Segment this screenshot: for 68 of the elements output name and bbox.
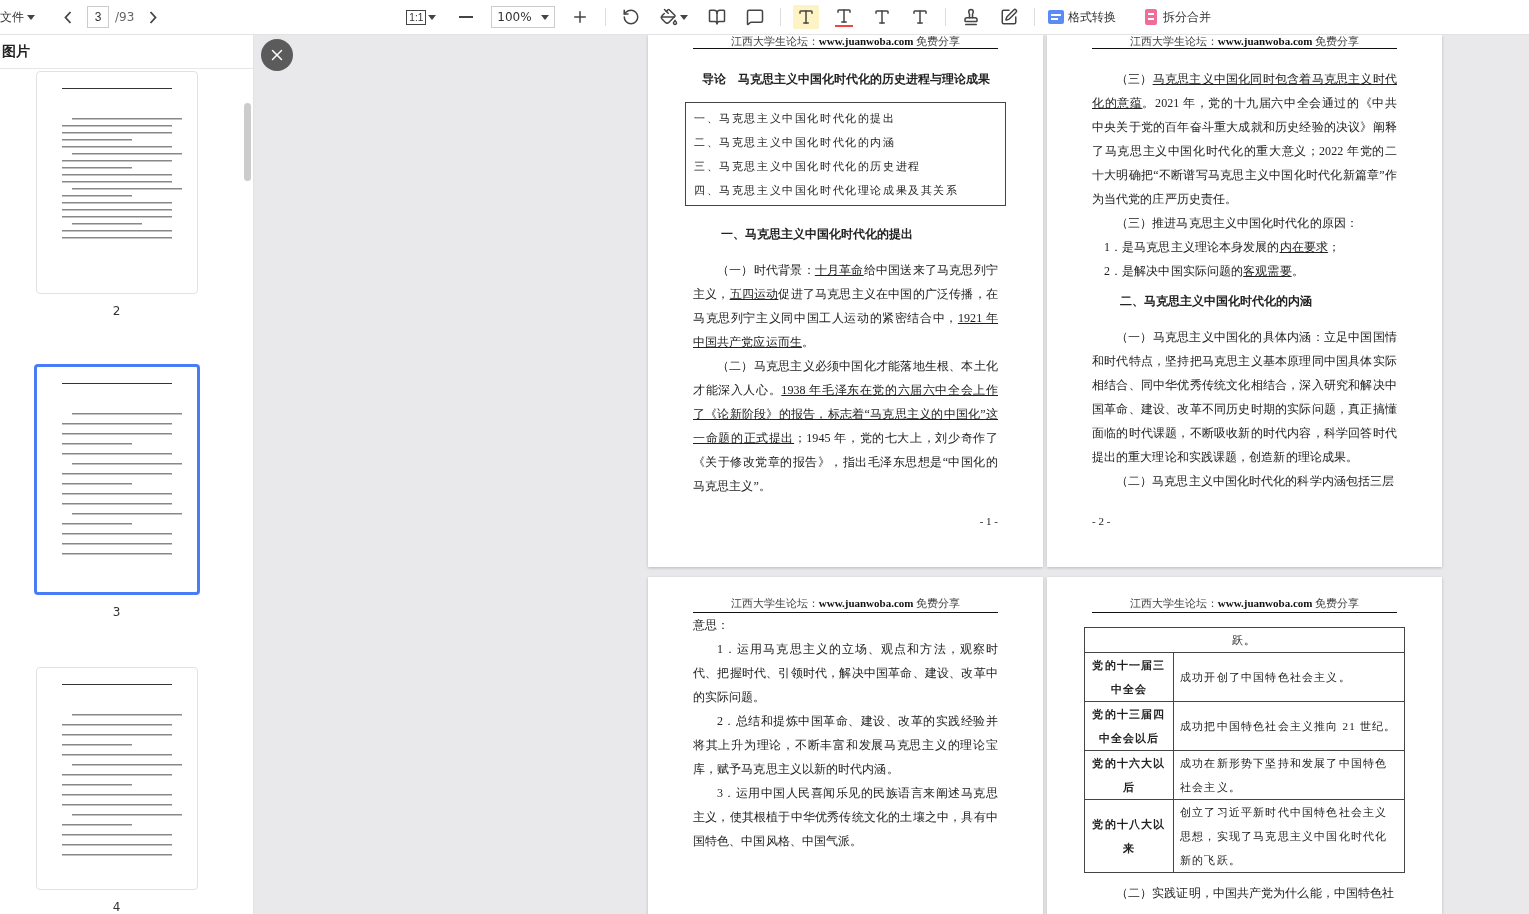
outline-item: 一、马克思主义中国化时代化的提出 xyxy=(694,111,897,126)
text-icon xyxy=(911,8,930,26)
close-button[interactable] xyxy=(261,39,293,71)
caret-icon xyxy=(27,14,35,20)
paragraph: （二）马克思主义中国化时代化的科学内涵包括三层 xyxy=(1115,473,1396,490)
book-icon xyxy=(708,8,727,26)
page-input[interactable]: 3 xyxy=(87,6,109,28)
table-cell: 党的十三届四中全会以后 xyxy=(1084,701,1174,751)
list-item: 1．是马克思主义理论本身发展的 内在要求； xyxy=(1103,239,1341,256)
table-cell: 党的十一届三中全会 xyxy=(1084,652,1174,702)
caret-icon xyxy=(428,14,437,20)
paint-bucket-icon xyxy=(660,8,679,26)
page-header: 江西大学生论坛：www.juanwoba.com 免费分享 xyxy=(693,35,998,49)
pen-icon xyxy=(1000,8,1019,26)
section-heading: 一、马克思主义中国化时代化的提出 xyxy=(721,226,914,243)
paragraph: 意思： xyxy=(693,617,731,634)
split-merge-button[interactable]: 拆分合并 xyxy=(1142,8,1212,26)
caret-icon xyxy=(680,14,689,20)
paragraph: （三）马克思主义中国化同时包含着马克思主义时代化的意蕴。2021 年，党的十九届六中全会通过的《中共中央关于党的百年奋斗重大成就和历史经验的决议》阐释了马克思主义中国化时代化的重大意义；2022 年党的二十大明确把“不断谱写马克思主义中国化时代化新篇章”作为当代党的庄严历史责任。 xyxy=(1092,71,1397,208)
rotate-icon xyxy=(622,8,641,26)
document-icon xyxy=(1047,8,1066,26)
table-cell: 跃。 xyxy=(1084,627,1405,653)
outline-item: 四、马克思主义中国化时代化理论成果及其关系 xyxy=(694,183,960,198)
text-icon xyxy=(797,8,816,26)
paragraph: 2．总结和提炼中国革命、建设、改革的实践经验并将其上升为理论，不断丰富和发展马克思主义的理论宝库，赋予马克思主义以新的时代内涵。 xyxy=(693,713,998,778)
caret-icon xyxy=(541,14,550,20)
paragraph: （二）马克思主义必须中国化才能落地生根、本土化才能深入人心。1938 年毛泽东在党的六届六中全会上作了《论新阶段》的报告，标志着“马克思主义的中国化”这一命题的正式提出；1945 年，党的七大上，刘少奇作了《关于修改党章的报告》，指出毛泽东思想是“中国化的马克思主义”。 xyxy=(693,358,998,495)
page-total: /93 xyxy=(115,10,135,24)
list-item: 2．是解决中国实际问题的客观需要。 xyxy=(1103,263,1305,280)
table-cell: 成功把中国特色社会主义推向 21 世纪。 xyxy=(1173,701,1405,751)
paragraph: （三）推进马克思主义中国化时代化的原因： xyxy=(1115,215,1359,232)
scrollbar[interactable] xyxy=(244,103,251,181)
table-cell: 创立了习近平新时代中国特色社会主义思想，实现了马克思主义中国化时代化新的飞跃。 xyxy=(1173,799,1405,873)
minus-icon xyxy=(459,16,474,18)
paragraph: 3．运用中国人民喜闻乐见的民族语言来阐述马克思主义，使其根植于中华优秀传统文化的土壤之中，具有中国特色、中国风格、中国气派。 xyxy=(693,785,998,850)
highlight-text-button[interactable] xyxy=(793,5,820,29)
outline-item: 二、马克思主义中国化时代化的内涵 xyxy=(694,135,897,150)
page-header: 江西大学生论坛：www.juanwoba.com 免费分享 xyxy=(693,595,998,613)
table-cell: 党的十八大以来 xyxy=(1084,799,1174,873)
comment-icon xyxy=(746,8,765,26)
strikethrough-text-icon xyxy=(873,8,892,26)
paragraph: 1．运用马克思主义的立场、观点和方法，观察时代、把握时代、引领时代，解决中国革命、建设、改革中的实际问题。 xyxy=(693,641,998,706)
paragraph: （一）时代背景：十月革命给中国送来了马克思列宁主义，五四运动促进了马克思主义在中国的广泛传播，在马克思列宁主义同中国工人运动的紧密结合中，1921 年中国共产党应运而生。 xyxy=(693,262,998,351)
fit-button[interactable]: 1:1 xyxy=(401,5,442,29)
table-cell: 成功在新形势下坚持和发展了中国特色社会主义。 xyxy=(1173,750,1405,800)
page-number: 2 xyxy=(112,304,121,318)
panel-title: 图片 xyxy=(0,35,253,69)
paragraph: （一）马克思主义中国化的具体内涵：立足中国国情和时代特点，坚持把马克思主义基本原理同中国具体实际相结合、同中华优秀传统文化相结合，深入研究和解决中国革命、建设、改革不同历史时期的实际问题，真正搞懂面临的时代课题，不断吸收新的时代内容，科学回答时代提出的重大理论和实践课题，创造新的理论成果。 xyxy=(1092,329,1397,466)
page-thumbnail[interactable] xyxy=(33,364,200,595)
stamp-icon xyxy=(962,8,981,26)
page-number: 4 xyxy=(112,900,121,914)
table-cell: 党的十六大以后 xyxy=(1084,750,1174,800)
paragraph: （二）实践证明，中国共产党为什么能，中国特色社 xyxy=(1115,885,1396,902)
chevron-right-icon xyxy=(149,10,158,24)
chevron-left-icon xyxy=(64,10,72,24)
table-cell: 成功开创了中国特色社会主义。 xyxy=(1173,652,1405,702)
section-heading: 二、马克思主义中国化时代化的内涵 xyxy=(1120,293,1313,310)
format-convert-button[interactable]: 格式转换 xyxy=(1047,8,1117,26)
page-header: 江西大学生论坛：www.juanwoba.com 免费分享 xyxy=(1092,35,1397,49)
page-number: 3 xyxy=(112,605,121,619)
document-title: 导论 马克思主义中国化时代化的历史进程与理论成果 xyxy=(700,71,991,88)
page-footer: - 1 - xyxy=(693,515,998,527)
file-menu[interactable]: 文件 xyxy=(0,8,35,26)
zoom-select[interactable]: 100% xyxy=(491,6,556,28)
page-footer: - 2 - xyxy=(1092,515,1397,527)
page-header: 江西大学生论坛：www.juanwoba.com 免费分享 xyxy=(1092,595,1397,613)
outline-item: 三、马克思主义中国化时代化的历史进程 xyxy=(694,159,922,174)
underline-text-icon xyxy=(835,7,854,27)
